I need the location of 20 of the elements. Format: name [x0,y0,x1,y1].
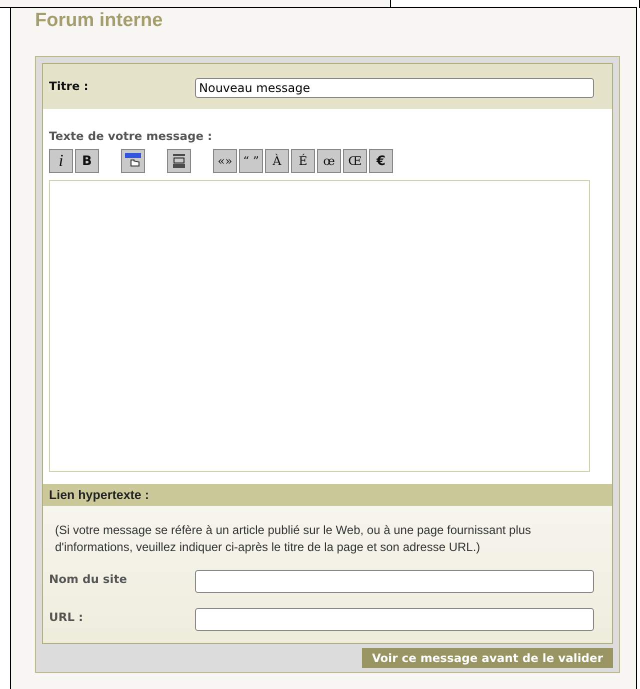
input-field[interactable] [195,608,594,631]
character-button[interactable]: œ [317,149,341,173]
field-label: URL : [49,609,84,624]
page-title: Forum interne [35,9,164,33]
field-label: Texte de votre message : [49,129,212,143]
help-text: (Si votre message se réfère à un article publié sur le Web, ou à une page fournissant plus d'informations, veuillez indiquer ci-après le titre de la page et son adresse URL.) [55,522,532,556]
title-input-field[interactable]: Nouveau message [195,78,594,98]
character-button[interactable]: É [291,149,315,173]
character-button[interactable]: Œ [343,149,367,173]
field-label: Nom du site [49,571,128,586]
italic-button[interactable]: i [49,149,73,173]
character-button[interactable]: À [265,149,289,173]
character-button[interactable]: “ ” [239,149,263,173]
character-button[interactable]: «» [213,149,237,173]
paragraph-icon[interactable] [167,149,191,173]
input-field[interactable] [195,570,594,593]
euro-button[interactable]: € [369,149,393,173]
bold-button[interactable]: B [75,149,99,173]
section-heading: Lien hypertexte : [43,484,612,506]
field-label: Titre : [49,78,90,93]
